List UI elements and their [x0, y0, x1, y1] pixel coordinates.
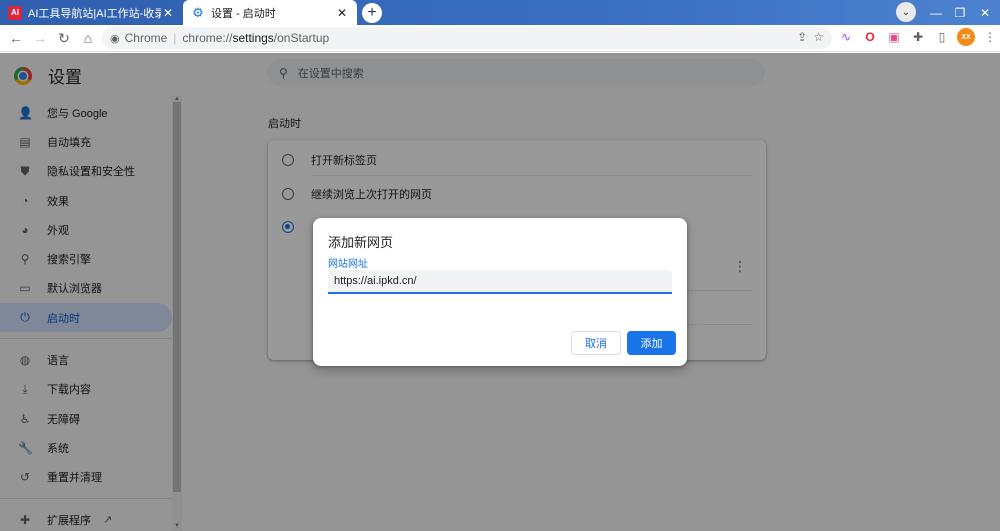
close-icon[interactable]: ✕ [335, 6, 349, 20]
ai-favicon-icon: AI [8, 5, 22, 20]
address-separator: | [173, 31, 177, 45]
extension-area: ∿ O ▣ ✚ ▯ XX ⋮ [836, 27, 1000, 47]
tab-ai-tools[interactable]: AI AI工具导航站|AI工作站-收录全球 ✕ [0, 0, 183, 25]
omnibox-actions: ⇪ ☆ [797, 30, 824, 44]
site-name: Chrome [124, 31, 168, 45]
menu-kebab-icon[interactable]: ⋮ [980, 27, 1000, 47]
url-input-value: https://ai.ipkd.cn/ [334, 275, 417, 287]
home-icon[interactable]: ⌂ [76, 26, 100, 50]
close-icon[interactable]: ✕ [161, 6, 175, 20]
add-button[interactable]: 添加 [627, 331, 676, 355]
side-panel-icon[interactable]: ▯ [932, 27, 952, 47]
extension-wave-icon[interactable]: ∿ [836, 27, 856, 47]
forward-arrow-icon[interactable]: → [28, 26, 52, 50]
url-prefix: chrome:// [182, 31, 233, 45]
restore-icon[interactable]: ❐ [950, 0, 970, 25]
star-icon[interactable]: ☆ [813, 30, 824, 44]
dialog-title: 添加新网页 [328, 235, 394, 250]
tab-settings[interactable]: ⚙ 设置 - 启动时 ✕ [183, 0, 357, 25]
minimize-icon[interactable]: — [926, 0, 946, 25]
share-icon[interactable]: ⇪ [797, 30, 807, 44]
address-bar[interactable]: ◉ Chrome | chrome://settings/onStartup ⇪… [102, 27, 832, 49]
url-path: /onStartup [273, 31, 330, 45]
tab-title: AI工具导航站|AI工作站-收录全球 [28, 7, 161, 20]
tab-strip: AI AI工具导航站|AI工作站-收录全球 ✕ ⚙ 设置 - 启动时 ✕ + ⌄… [0, 0, 1000, 25]
new-tab-button[interactable]: + [362, 3, 382, 23]
url-input[interactable]: https://ai.ipkd.cn/ [328, 270, 672, 294]
extension-opera-icon[interactable]: O [860, 27, 880, 47]
add-page-dialog: 添加新网页 网站网址 https://ai.ipkd.cn/ 取消 添加 [313, 218, 687, 366]
tab-title: 设置 - 启动时 [211, 7, 276, 20]
chrome-site-icon: ◉ [110, 32, 120, 45]
chevron-down-icon[interactable]: ⌄ [896, 2, 916, 22]
reload-icon[interactable]: ↻ [52, 26, 76, 50]
avatar-initials: XX [957, 28, 975, 46]
cancel-button[interactable]: 取消 [571, 331, 621, 355]
puzzle-icon[interactable]: ✚ [908, 27, 928, 47]
gear-icon: ⚙ [192, 4, 204, 20]
back-arrow-icon[interactable]: ← [4, 26, 28, 50]
url-host: settings [232, 31, 274, 45]
close-window-icon[interactable]: ✕ [974, 0, 996, 25]
extension-pink-icon[interactable]: ▣ [884, 27, 904, 47]
url-field-label: 网站网址 [328, 259, 368, 270]
avatar[interactable]: XX [956, 27, 976, 47]
url-text: chrome://settings/onStartup [182, 31, 329, 45]
